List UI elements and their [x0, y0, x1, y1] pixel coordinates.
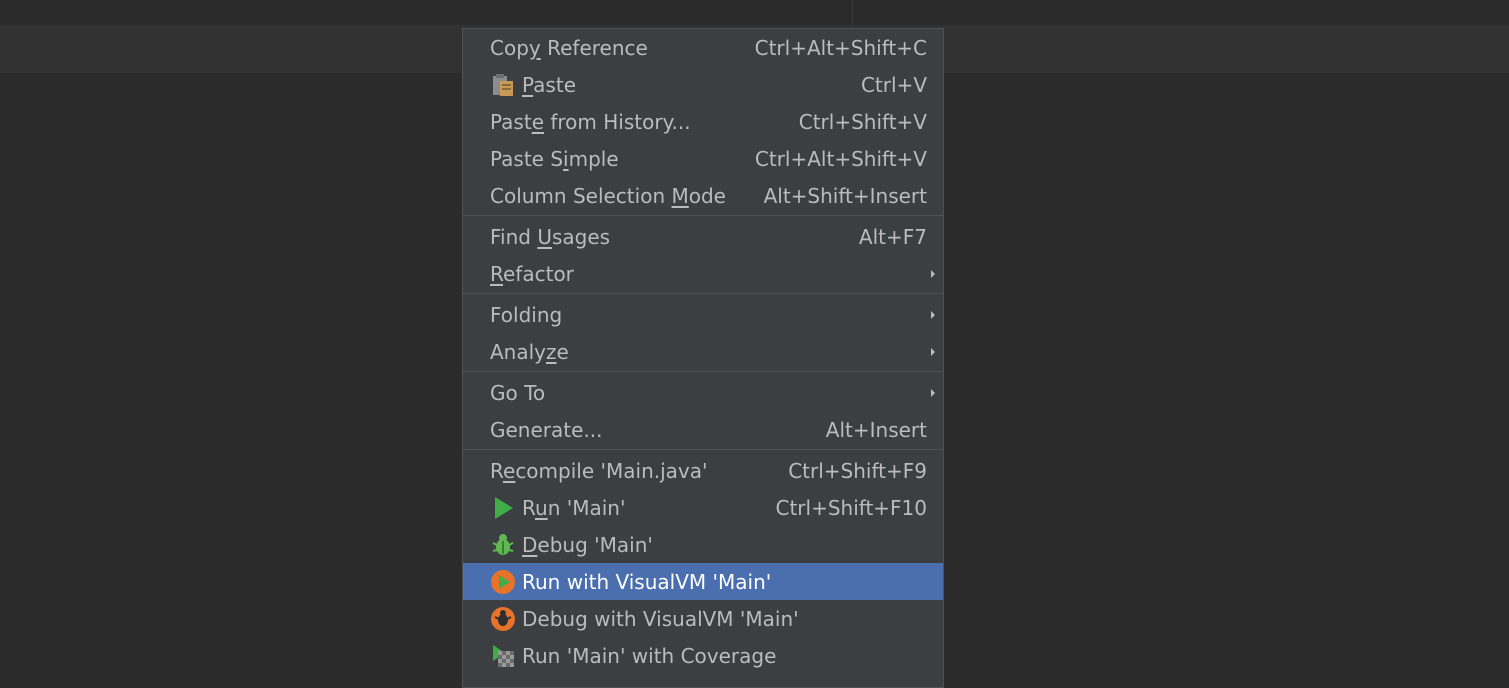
coverage-run-icon [490, 643, 516, 669]
mnemonic-letter: U [537, 224, 552, 249]
menu-item-shortcut: Ctrl+Shift+V [798, 109, 927, 134]
mnemonic-letter: y [528, 35, 541, 60]
menu-item-run-visualvm[interactable]: Run with VisualVM 'Main' [463, 563, 943, 600]
menu-item-label: Copy Reference [490, 35, 648, 60]
visualvm-debug-icon [490, 606, 516, 632]
mnemonic-letter: D [522, 532, 538, 557]
editor-top-line [0, 0, 1509, 25]
debug-bug-icon [490, 532, 516, 558]
menu-item-paste-from-history[interactable]: Paste from History... Ctrl+Shift+V [463, 103, 943, 140]
menu-item-label: Analyze [490, 339, 569, 364]
menu-item-label: Generate... [490, 417, 603, 442]
menu-item-find-usages[interactable]: Find Usages Alt+F7 [463, 218, 943, 255]
menu-item-paste[interactable]: Paste Ctrl+V [463, 66, 943, 103]
menu-item-shortcut: Ctrl+Alt+Shift+C [754, 35, 927, 60]
menu-item-label: Refactor [490, 261, 574, 286]
menu-item-analyze[interactable]: Analyze [463, 333, 943, 370]
menu-item-label: Paste from History... [490, 109, 691, 134]
menu-item-recompile[interactable]: Recompile 'Main.java' Ctrl+Shift+F9 [463, 452, 943, 489]
menu-item-run-main[interactable]: Run 'Main' Ctrl+Shift+F10 [463, 489, 943, 526]
menu-item-label: Paste Simple [490, 146, 619, 171]
menu-item-shortcut: Ctrl+Alt+Shift+V [754, 146, 927, 171]
run-icon [490, 495, 516, 521]
mnemonic-letter: z [546, 339, 557, 364]
menu-item-label: Run with VisualVM 'Main' [522, 569, 772, 594]
submenu-arrow-icon [931, 347, 935, 356]
menu-item-debug-visualvm[interactable]: Debug with VisualVM 'Main' [463, 600, 943, 637]
menu-item-shortcut: Alt+Shift+Insert [763, 183, 927, 208]
menu-item-label: Debug 'Main' [522, 532, 653, 557]
editor-context-menu: Copy Reference Ctrl+Alt+Shift+C Paste Ctrl+… [462, 28, 944, 688]
menu-item-folding[interactable]: Folding [463, 296, 943, 333]
menu-item-shortcut: Ctrl+Shift+F9 [788, 458, 927, 483]
menu-item-go-to[interactable]: Go To [463, 374, 943, 411]
menu-item-label: Paste [522, 72, 576, 97]
menu-item-label: Debug with VisualVM 'Main' [522, 606, 799, 631]
menu-item-label: Recompile 'Main.java' [490, 458, 708, 483]
submenu-arrow-icon [931, 388, 935, 397]
mnemonic-letter: R [490, 261, 503, 286]
menu-item-label: Column Selection Mode [490, 183, 726, 208]
menu-item-paste-simple[interactable]: Paste Simple Ctrl+Alt+Shift+V [463, 140, 943, 177]
editor-right-margin-guide [852, 0, 853, 25]
submenu-arrow-icon [931, 310, 935, 319]
menu-item-shortcut: Ctrl+V [860, 72, 927, 97]
submenu-arrow-icon [931, 269, 935, 278]
menu-item-copy-reference[interactable]: Copy Reference Ctrl+Alt+Shift+C [463, 29, 943, 66]
menu-item-refactor[interactable]: Refactor [463, 255, 943, 292]
menu-item-label: Go To [490, 380, 546, 405]
mnemonic-letter: M [671, 183, 689, 208]
menu-item-label: Find Usages [490, 224, 611, 249]
menu-item-shortcut: Alt+F7 [858, 224, 927, 249]
mnemonic-letter: u [535, 495, 548, 520]
visualvm-run-icon [490, 569, 516, 595]
menu-item-run-coverage[interactable]: Run 'Main' with Coverage [463, 637, 943, 674]
mnemonic-letter: P [522, 72, 534, 97]
menu-item-debug-main[interactable]: Debug 'Main' [463, 526, 943, 563]
clipboard-icon [490, 72, 516, 98]
mnemonic-letter: e [503, 458, 516, 483]
mnemonic-letter: e [531, 109, 544, 134]
menu-item-shortcut: Ctrl+Shift+F10 [775, 495, 927, 520]
menu-item-label: Folding [490, 302, 563, 327]
menu-item-label: Run 'Main' [522, 495, 626, 520]
menu-item-shortcut: Alt+Insert [825, 417, 927, 442]
menu-item-column-selection-mode[interactable]: Column Selection Mode Alt+Shift+Insert [463, 177, 943, 214]
menu-item-generate[interactable]: Generate... Alt+Insert [463, 411, 943, 448]
